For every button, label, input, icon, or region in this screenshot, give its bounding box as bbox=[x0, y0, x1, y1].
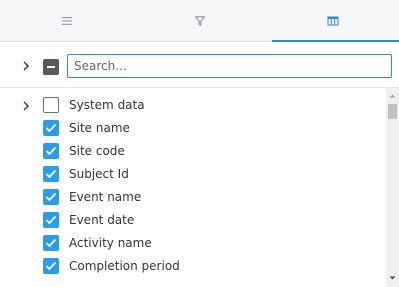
tool-panel-tabs bbox=[0, 0, 399, 42]
search-row bbox=[0, 42, 399, 88]
column-checkbox[interactable] bbox=[43, 235, 59, 251]
column-label: Completion period bbox=[69, 259, 180, 273]
column-checkbox[interactable] bbox=[43, 189, 59, 205]
checkmark-icon bbox=[45, 169, 57, 179]
column-list: System data Site name Site code Subject Id E… bbox=[0, 88, 386, 287]
column-list-item[interactable]: Subject Id bbox=[0, 163, 386, 186]
expand-all-chevron-icon[interactable] bbox=[20, 60, 32, 72]
column-checkbox[interactable] bbox=[43, 166, 59, 182]
search-input[interactable] bbox=[67, 54, 392, 78]
checkmark-icon bbox=[45, 123, 57, 133]
column-checkbox[interactable] bbox=[43, 97, 59, 113]
tab-filter[interactable] bbox=[133, 0, 266, 41]
scrollbar-thumb[interactable] bbox=[388, 104, 397, 119]
column-list-item[interactable]: Activity name bbox=[0, 232, 386, 255]
checkmark-icon bbox=[45, 238, 57, 248]
column-checkbox[interactable] bbox=[43, 258, 59, 274]
filter-icon bbox=[194, 15, 205, 26]
scroll-up-icon[interactable] bbox=[386, 91, 399, 101]
checkmark-icon bbox=[45, 215, 57, 225]
column-list-item[interactable]: System data bbox=[0, 94, 386, 117]
columns-icon bbox=[327, 16, 338, 25]
column-list-item[interactable]: Site code bbox=[0, 140, 386, 163]
checkmark-icon bbox=[45, 261, 57, 271]
column-label: Subject Id bbox=[69, 167, 129, 181]
tab-menu[interactable] bbox=[0, 0, 133, 41]
column-checkbox[interactable] bbox=[43, 143, 59, 159]
checkmark-icon bbox=[45, 192, 57, 202]
column-list-item[interactable]: Event date bbox=[0, 209, 386, 232]
column-label: Activity name bbox=[69, 236, 152, 250]
chevron-right-icon[interactable] bbox=[20, 100, 32, 112]
checkmark-icon bbox=[45, 146, 57, 156]
column-label: Site code bbox=[69, 144, 125, 158]
scroll-down-icon[interactable] bbox=[386, 273, 399, 283]
column-checkbox[interactable] bbox=[43, 212, 59, 228]
scrollbar[interactable] bbox=[386, 88, 399, 287]
menu-icon bbox=[61, 16, 72, 25]
column-label: Event date bbox=[69, 213, 135, 227]
minus-icon bbox=[47, 66, 55, 68]
column-label: System data bbox=[69, 98, 145, 112]
column-label: Event name bbox=[69, 190, 142, 204]
column-list-item[interactable]: Site name bbox=[0, 117, 386, 140]
tab-columns[interactable] bbox=[266, 0, 399, 42]
column-list-item[interactable]: Event name bbox=[0, 186, 386, 209]
column-list-item[interactable]: Completion period bbox=[0, 255, 386, 278]
column-checkbox[interactable] bbox=[43, 120, 59, 136]
column-label: Site name bbox=[69, 121, 130, 135]
select-all-checkbox[interactable] bbox=[43, 59, 59, 75]
